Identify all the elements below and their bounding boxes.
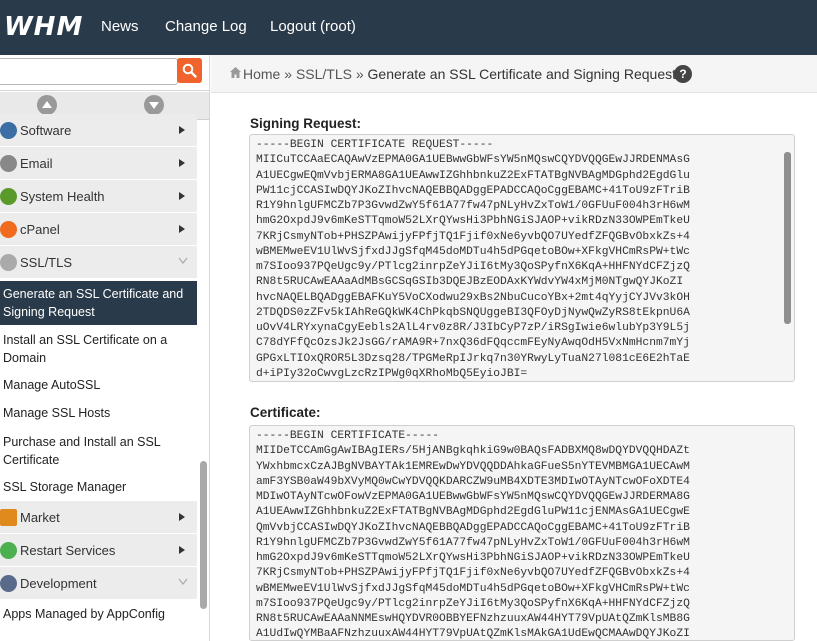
help-icon[interactable]: ? xyxy=(674,65,692,83)
sidebar-search xyxy=(0,55,209,91)
breadcrumb: Home » SSL/TLS » Generate an SSL Certifi… xyxy=(243,66,676,82)
chevron-right-icon xyxy=(179,192,185,200)
chevron-right-icon xyxy=(179,225,185,233)
signing-request-textarea[interactable]: -----BEGIN CERTIFICATE REQUEST----- MIIC… xyxy=(249,134,795,382)
search-input[interactable] xyxy=(0,58,178,85)
sidebar-category-restart-services[interactable]: Restart Services xyxy=(0,534,197,567)
chevron-right-icon xyxy=(179,159,185,167)
sidebar-category-ssl-tls[interactable]: SSL/TLS xyxy=(0,246,197,279)
sidebar-item-manage-ssl-hosts[interactable]: Manage SSL Hosts xyxy=(0,404,197,426)
collapse-all-button[interactable] xyxy=(37,95,57,115)
sidebar-item-manage-autossl[interactable]: Manage AutoSSL xyxy=(0,376,197,398)
sidebar-category-system-health[interactable]: System Health xyxy=(0,180,197,213)
breadcrumb-current: Generate an SSL Certificate and Signing … xyxy=(367,66,676,82)
signing-request-label: Signing Request: xyxy=(250,116,361,131)
sidebar-category-market[interactable]: Market xyxy=(0,501,197,534)
breadcrumb-ssl-tls[interactable]: SSL/TLS xyxy=(296,66,352,82)
chevron-up-icon xyxy=(42,101,52,108)
chevron-right-icon xyxy=(179,126,185,134)
home-icon xyxy=(230,67,241,78)
nav-change-log-link[interactable]: Change Log xyxy=(165,18,247,35)
chevron-right-icon xyxy=(179,513,185,521)
sidebar-scrollbar[interactable] xyxy=(200,461,207,609)
search-button[interactable] xyxy=(177,58,202,83)
certificate-label: Certificate: xyxy=(250,405,321,420)
sidebar-category-label: Software xyxy=(20,123,72,138)
chevron-right-icon xyxy=(179,546,185,554)
whm-logo[interactable]: WHM xyxy=(4,12,83,42)
email-icon xyxy=(0,155,17,172)
top-bar: WHM News Change Log Logout (root) xyxy=(0,0,817,55)
sidebar-category-label: SSL/TLS xyxy=(20,255,73,270)
nav-news-link[interactable]: News xyxy=(101,18,139,35)
system-health-icon xyxy=(0,188,17,205)
software-icon xyxy=(0,122,17,139)
sidebar-category-software[interactable]: Software xyxy=(0,114,197,147)
breadcrumb-separator: » xyxy=(355,66,364,82)
chevron-down-icon xyxy=(149,102,159,109)
sidebar-item-generate-ssl[interactable]: Generate an SSL Certificate and Signing … xyxy=(0,281,197,325)
search-icon xyxy=(182,63,197,78)
breadcrumb-separator: » xyxy=(284,66,293,82)
breadcrumb-bar: Home » SSL/TLS » Generate an SSL Certifi… xyxy=(211,55,817,93)
nav-logout-link[interactable]: Logout (root) xyxy=(270,18,356,35)
breadcrumb-home[interactable]: Home xyxy=(243,66,280,82)
certificate-textarea[interactable]: -----BEGIN CERTIFICATE----- MIIDeTCCAmGg… xyxy=(249,425,795,641)
sidebar-category-label: Email xyxy=(20,156,53,171)
sidebar-category-label: Restart Services xyxy=(20,543,116,558)
sidebar-category-email[interactable]: Email xyxy=(0,147,197,180)
sidebar-category-label: Development xyxy=(20,576,97,591)
sidebar-item-install-ssl[interactable]: Install an SSL Certificate on a Domain xyxy=(0,329,180,373)
sidebar-item-purchase-install-ssl[interactable]: Purchase and Install an SSL Certificate xyxy=(0,431,180,475)
restart-services-icon xyxy=(0,542,17,559)
sidebar: Software Email System Health cPanel SSL/… xyxy=(0,55,210,641)
sidebar-category-label: System Health xyxy=(20,189,105,204)
sidebar-category-label: Market xyxy=(20,510,60,525)
cpanel-icon xyxy=(0,221,17,238)
sidebar-item-ssl-storage-manager[interactable]: SSL Storage Manager xyxy=(0,478,197,500)
sidebar-category-label: cPanel xyxy=(20,222,60,237)
chevron-down-icon xyxy=(178,578,188,585)
ssl-tls-icon xyxy=(0,254,17,271)
market-icon xyxy=(0,509,17,526)
sidebar-item-apps-appconfig[interactable]: Apps Managed by AppConfig xyxy=(0,605,197,627)
chevron-down-icon xyxy=(178,257,188,264)
signing-request-scrollbar[interactable] xyxy=(784,152,791,324)
sidebar-category-cpanel[interactable]: cPanel xyxy=(0,213,197,246)
sidebar-category-development[interactable]: Development xyxy=(0,567,197,600)
development-icon xyxy=(0,575,17,592)
expand-all-button[interactable] xyxy=(144,95,164,115)
